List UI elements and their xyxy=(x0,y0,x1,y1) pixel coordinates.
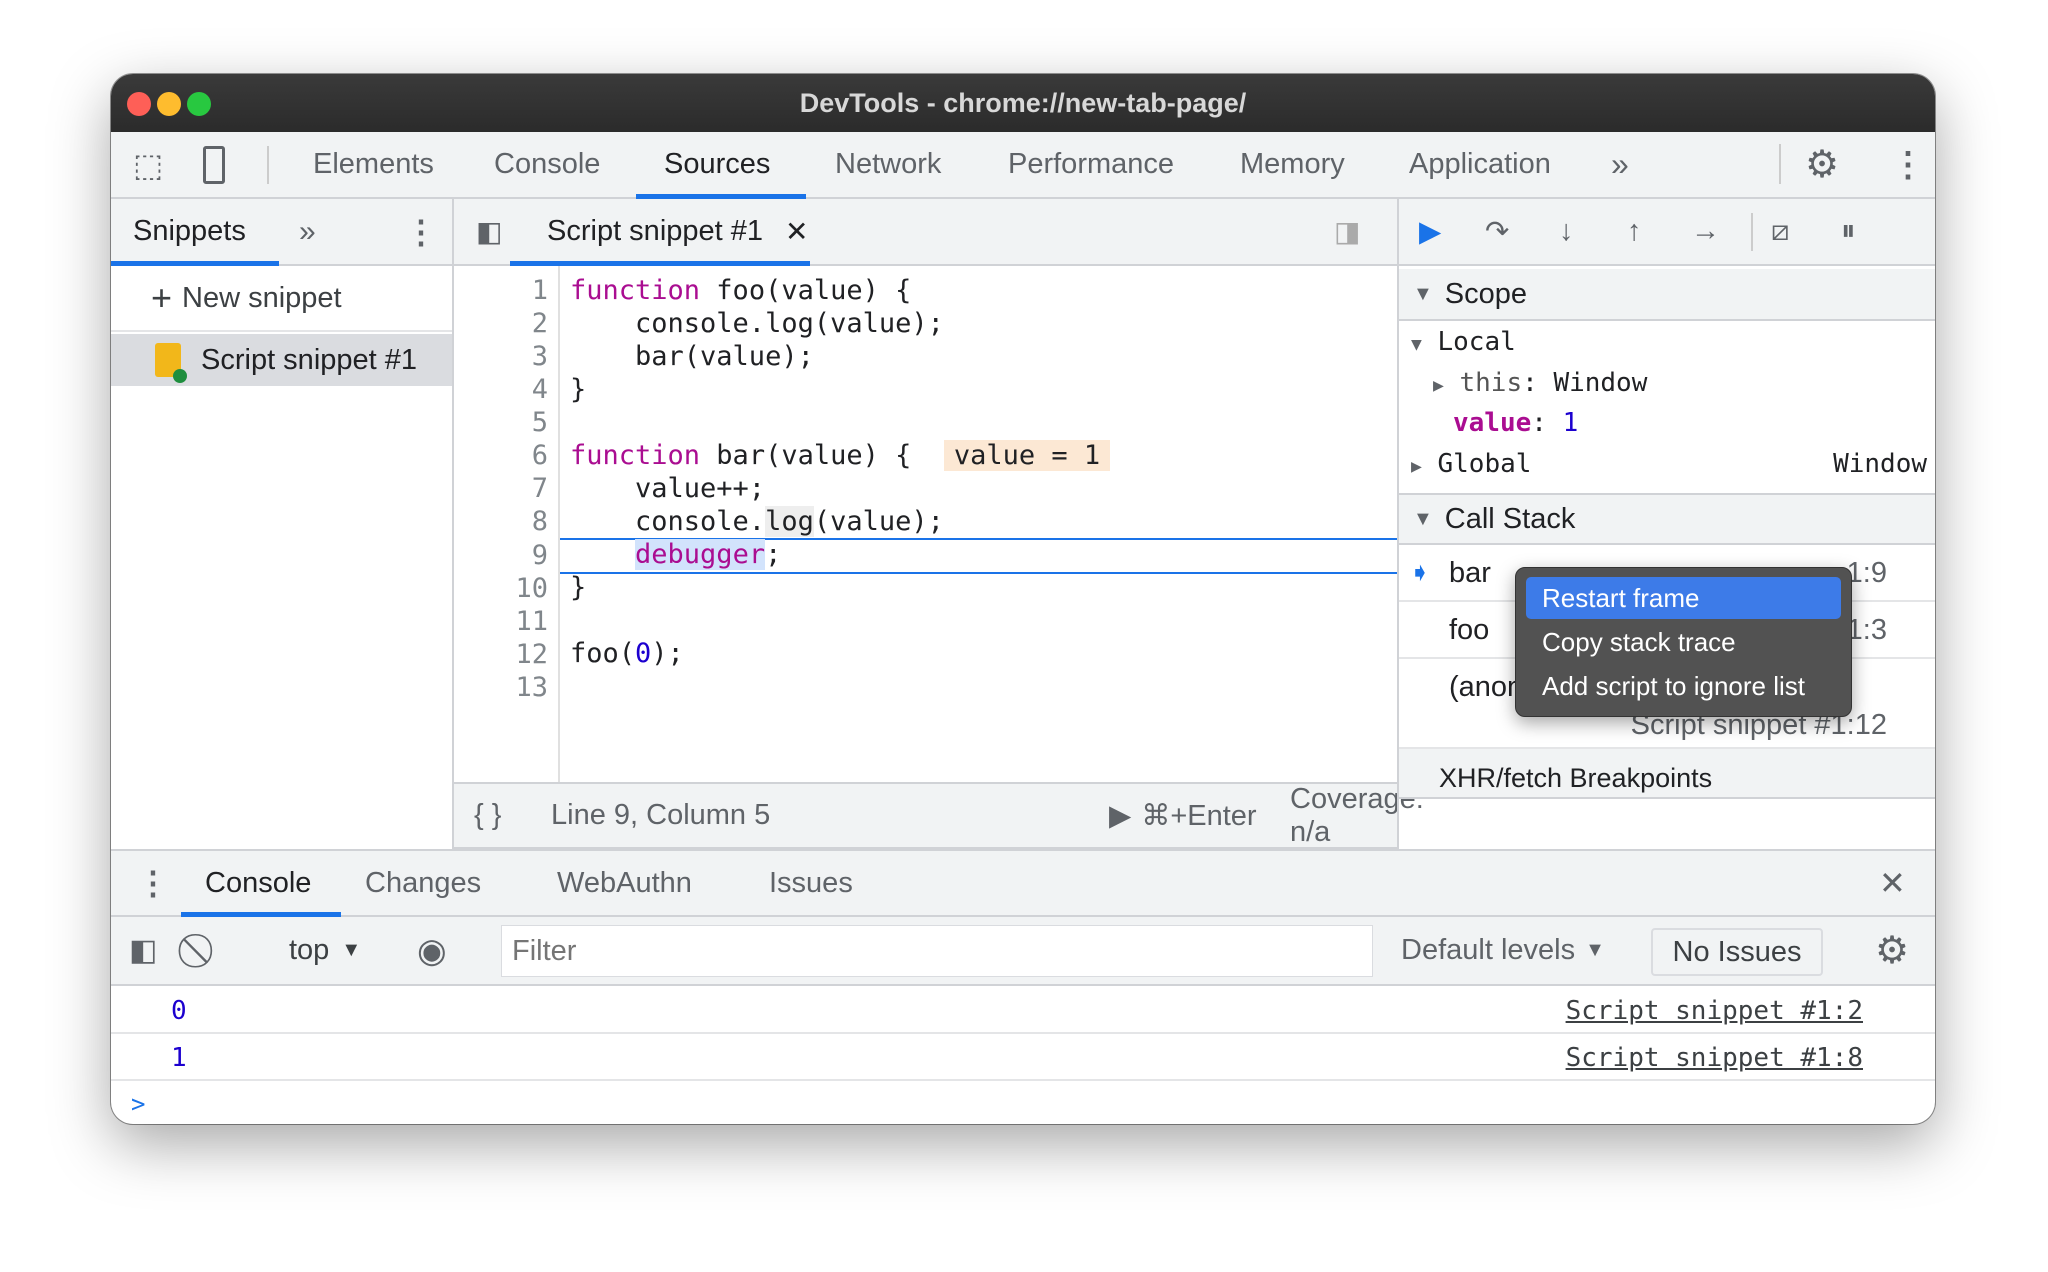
step-over-icon[interactable]: ↷ xyxy=(1485,199,1509,264)
step-icon[interactable]: → xyxy=(1691,199,1720,264)
tab-snippets[interactable]: Snippets xyxy=(133,199,246,264)
toggle-navigator-icon[interactable]: ◧ xyxy=(476,199,502,264)
console-message: 1 Script snippet #1:8 xyxy=(111,1034,1935,1081)
navigator-header: Snippets » ⋮ xyxy=(111,199,452,266)
debugger-sidebar: ▶ ↷ ↓ ↑ → ⧄ ⏸ ▼ Scope ▼ Local ▶ this: Win… xyxy=(1397,199,1935,849)
settings-gear-icon[interactable]: ⚙ xyxy=(1805,132,1839,197)
minimize-window-button[interactable] xyxy=(157,92,181,116)
play-icon: ▶ xyxy=(1109,800,1132,832)
plus-icon: + xyxy=(151,277,173,318)
live-expression-eye-icon[interactable]: ◉ xyxy=(417,917,447,984)
show-sidebar-icon[interactable]: ◧ xyxy=(129,917,157,984)
scope-global[interactable]: ▶ Global xyxy=(1411,449,1531,479)
tab-script-snippet[interactable]: Script snippet #1 ✕ xyxy=(547,199,808,264)
console-message: 0 Script snippet #1:2 xyxy=(111,986,1935,1034)
editor-pane: ◧ Script snippet #1 ✕ ◨ 1 2 3 4 5 6 7 8 9 10 11 12 13… xyxy=(454,199,1424,849)
divider xyxy=(1751,213,1753,251)
step-into-icon[interactable]: ↓ xyxy=(1559,199,1574,264)
menu-item-copy-stack-trace[interactable]: Copy stack trace xyxy=(1526,621,1841,663)
editor-tabbar: ◧ Script snippet #1 ✕ ◨ xyxy=(454,199,1397,266)
tab-network[interactable]: Network xyxy=(835,132,941,197)
more-options-icon[interactable]: ⋮ xyxy=(1891,132,1925,197)
drawer-tab-issues[interactable]: Issues xyxy=(769,851,853,915)
tab-elements[interactable]: Elements xyxy=(313,132,434,197)
tab-sources[interactable]: Sources xyxy=(664,132,770,197)
scope-header[interactable]: ▼ Scope xyxy=(1399,269,1935,321)
devtools-window: DevTools - chrome://new-tab-page/ ⬚ Elem… xyxy=(111,74,1935,1124)
call-stack-title: Call Stack xyxy=(1444,502,1576,535)
console-output: 0 Script snippet #1:2 1 Script snippet #1:… xyxy=(111,986,1935,1124)
run-shortcut: ⌘+Enter xyxy=(1141,800,1257,832)
menu-item-restart-frame[interactable]: Restart frame xyxy=(1526,577,1841,619)
inline-value-badge: value = 1 xyxy=(943,440,1111,471)
drawer-tab-console[interactable]: Console xyxy=(205,851,311,915)
resume-icon[interactable]: ▶ xyxy=(1419,199,1441,264)
more-tabs-icon[interactable]: » xyxy=(1611,132,1629,197)
divider xyxy=(1779,144,1781,184)
debugger-toolbar: ▶ ↷ ↓ ↑ → ⧄ ⏸ xyxy=(1399,199,1935,266)
drawer-tabbar: ⋮ Console Changes WebAuthn Issues ✕ xyxy=(111,849,1935,917)
pretty-print-icon[interactable]: { } xyxy=(474,784,501,847)
collapse-triangle-icon: ▼ xyxy=(1413,507,1433,530)
tab-memory[interactable]: Memory xyxy=(1240,132,1345,197)
close-window-button[interactable] xyxy=(127,92,151,116)
scope-global-value: Window xyxy=(1833,449,1927,479)
console-filter-input[interactable] xyxy=(501,925,1373,977)
drawer-menu-icon[interactable]: ⋮ xyxy=(137,851,169,915)
active-tab-indicator xyxy=(510,261,810,266)
inspect-element-icon[interactable]: ⬚ xyxy=(133,146,163,184)
close-tab-icon[interactable]: ✕ xyxy=(785,215,808,248)
step-out-icon[interactable]: ↑ xyxy=(1627,199,1642,264)
main-toolbar: ⬚ Elements Console Sources Network Perfo… xyxy=(111,132,1935,199)
log-levels-dropdown[interactable]: Default levels ▼ xyxy=(1401,917,1605,984)
current-frame-arrow-icon: ➧ xyxy=(1409,557,1431,587)
source-link[interactable]: Script snippet #1:2 xyxy=(1566,996,1863,1026)
close-drawer-icon[interactable]: ✕ xyxy=(1879,851,1906,915)
navigator-pane: Snippets » ⋮ + New snippet Script snippet… xyxy=(111,199,454,849)
source-link[interactable]: Script snippet #1:8 xyxy=(1566,1043,1863,1073)
collapse-triangle-icon: ▼ xyxy=(1413,282,1433,305)
console-prompt[interactable]: > xyxy=(131,1090,145,1118)
menu-item-ignore-list[interactable]: Add script to ignore list xyxy=(1526,665,1841,707)
context-selector[interactable]: top ▼ xyxy=(289,917,361,984)
device-toolbar-icon[interactable] xyxy=(203,146,225,184)
cursor-position: Line 9, Column 5 xyxy=(551,799,771,831)
snippet-name: Script snippet #1 xyxy=(201,343,418,376)
console-settings-gear-icon[interactable]: ⚙ xyxy=(1875,917,1909,984)
title-bar: DevTools - chrome://new-tab-page/ xyxy=(111,74,1935,132)
run-snippet-button[interactable]: ▶ ⌘+Enter xyxy=(1109,784,1257,847)
snippet-item[interactable]: Script snippet #1 xyxy=(111,334,452,386)
tab-performance[interactable]: Performance xyxy=(1008,132,1174,197)
deactivate-breakpoints-icon[interactable]: ⧄ xyxy=(1771,199,1789,264)
tab-console[interactable]: Console xyxy=(494,132,600,197)
editor-tab-label: Script snippet #1 xyxy=(547,215,764,247)
window-title: DevTools - chrome://new-tab-page/ xyxy=(799,88,1247,118)
code-editor[interactable]: 1 2 3 4 5 6 7 8 9 10 11 12 13 function foo(value) { … xyxy=(454,266,1397,786)
more-panes-icon[interactable]: » xyxy=(299,199,316,264)
scope-local[interactable]: ▼ Local xyxy=(1411,327,1516,357)
pause-on-exceptions-icon[interactable]: ⏸ xyxy=(1841,199,1856,264)
scope-tree: ▼ Local ▶ this: Window value: 1 ▶ Global… xyxy=(1399,321,1935,486)
call-stack-header[interactable]: ▼ Call Stack xyxy=(1399,493,1935,545)
scope-this[interactable]: ▶ this: Window xyxy=(1433,368,1647,398)
navigator-menu-icon[interactable]: ⋮ xyxy=(405,199,437,264)
zoom-window-button[interactable] xyxy=(187,92,211,116)
toggle-debugger-icon[interactable]: ◨ xyxy=(1334,199,1360,264)
scope-title: Scope xyxy=(1444,277,1528,310)
context-menu: Restart frame Copy stack trace Add scrip… xyxy=(1515,567,1852,717)
code-text: function foo(value) { console.log(value)… xyxy=(570,274,1111,670)
new-snippet-label: New snippet xyxy=(182,281,342,314)
drawer-tab-webauthn[interactable]: WebAuthn xyxy=(557,851,692,915)
new-snippet-button[interactable]: + New snippet xyxy=(111,266,452,332)
xhr-breakpoints-header[interactable]: XHR/fetch Breakpoints xyxy=(1399,749,1935,799)
editor-status-bar: { } Line 9, Column 5 ▶ ⌘+Enter Coverage: … xyxy=(454,782,1424,849)
snippet-file-icon xyxy=(155,343,187,383)
divider xyxy=(267,146,269,184)
scope-value: value: 1 xyxy=(1453,408,1579,438)
drawer-tab-changes[interactable]: Changes xyxy=(365,851,481,915)
console-toolbar: ◧ ⃠ top▼ ◉ Default levels▼ No Issues ⚙ xyxy=(111,917,1935,986)
tab-application[interactable]: Application xyxy=(1409,132,1551,197)
issues-button[interactable]: No Issues xyxy=(1651,928,1823,976)
